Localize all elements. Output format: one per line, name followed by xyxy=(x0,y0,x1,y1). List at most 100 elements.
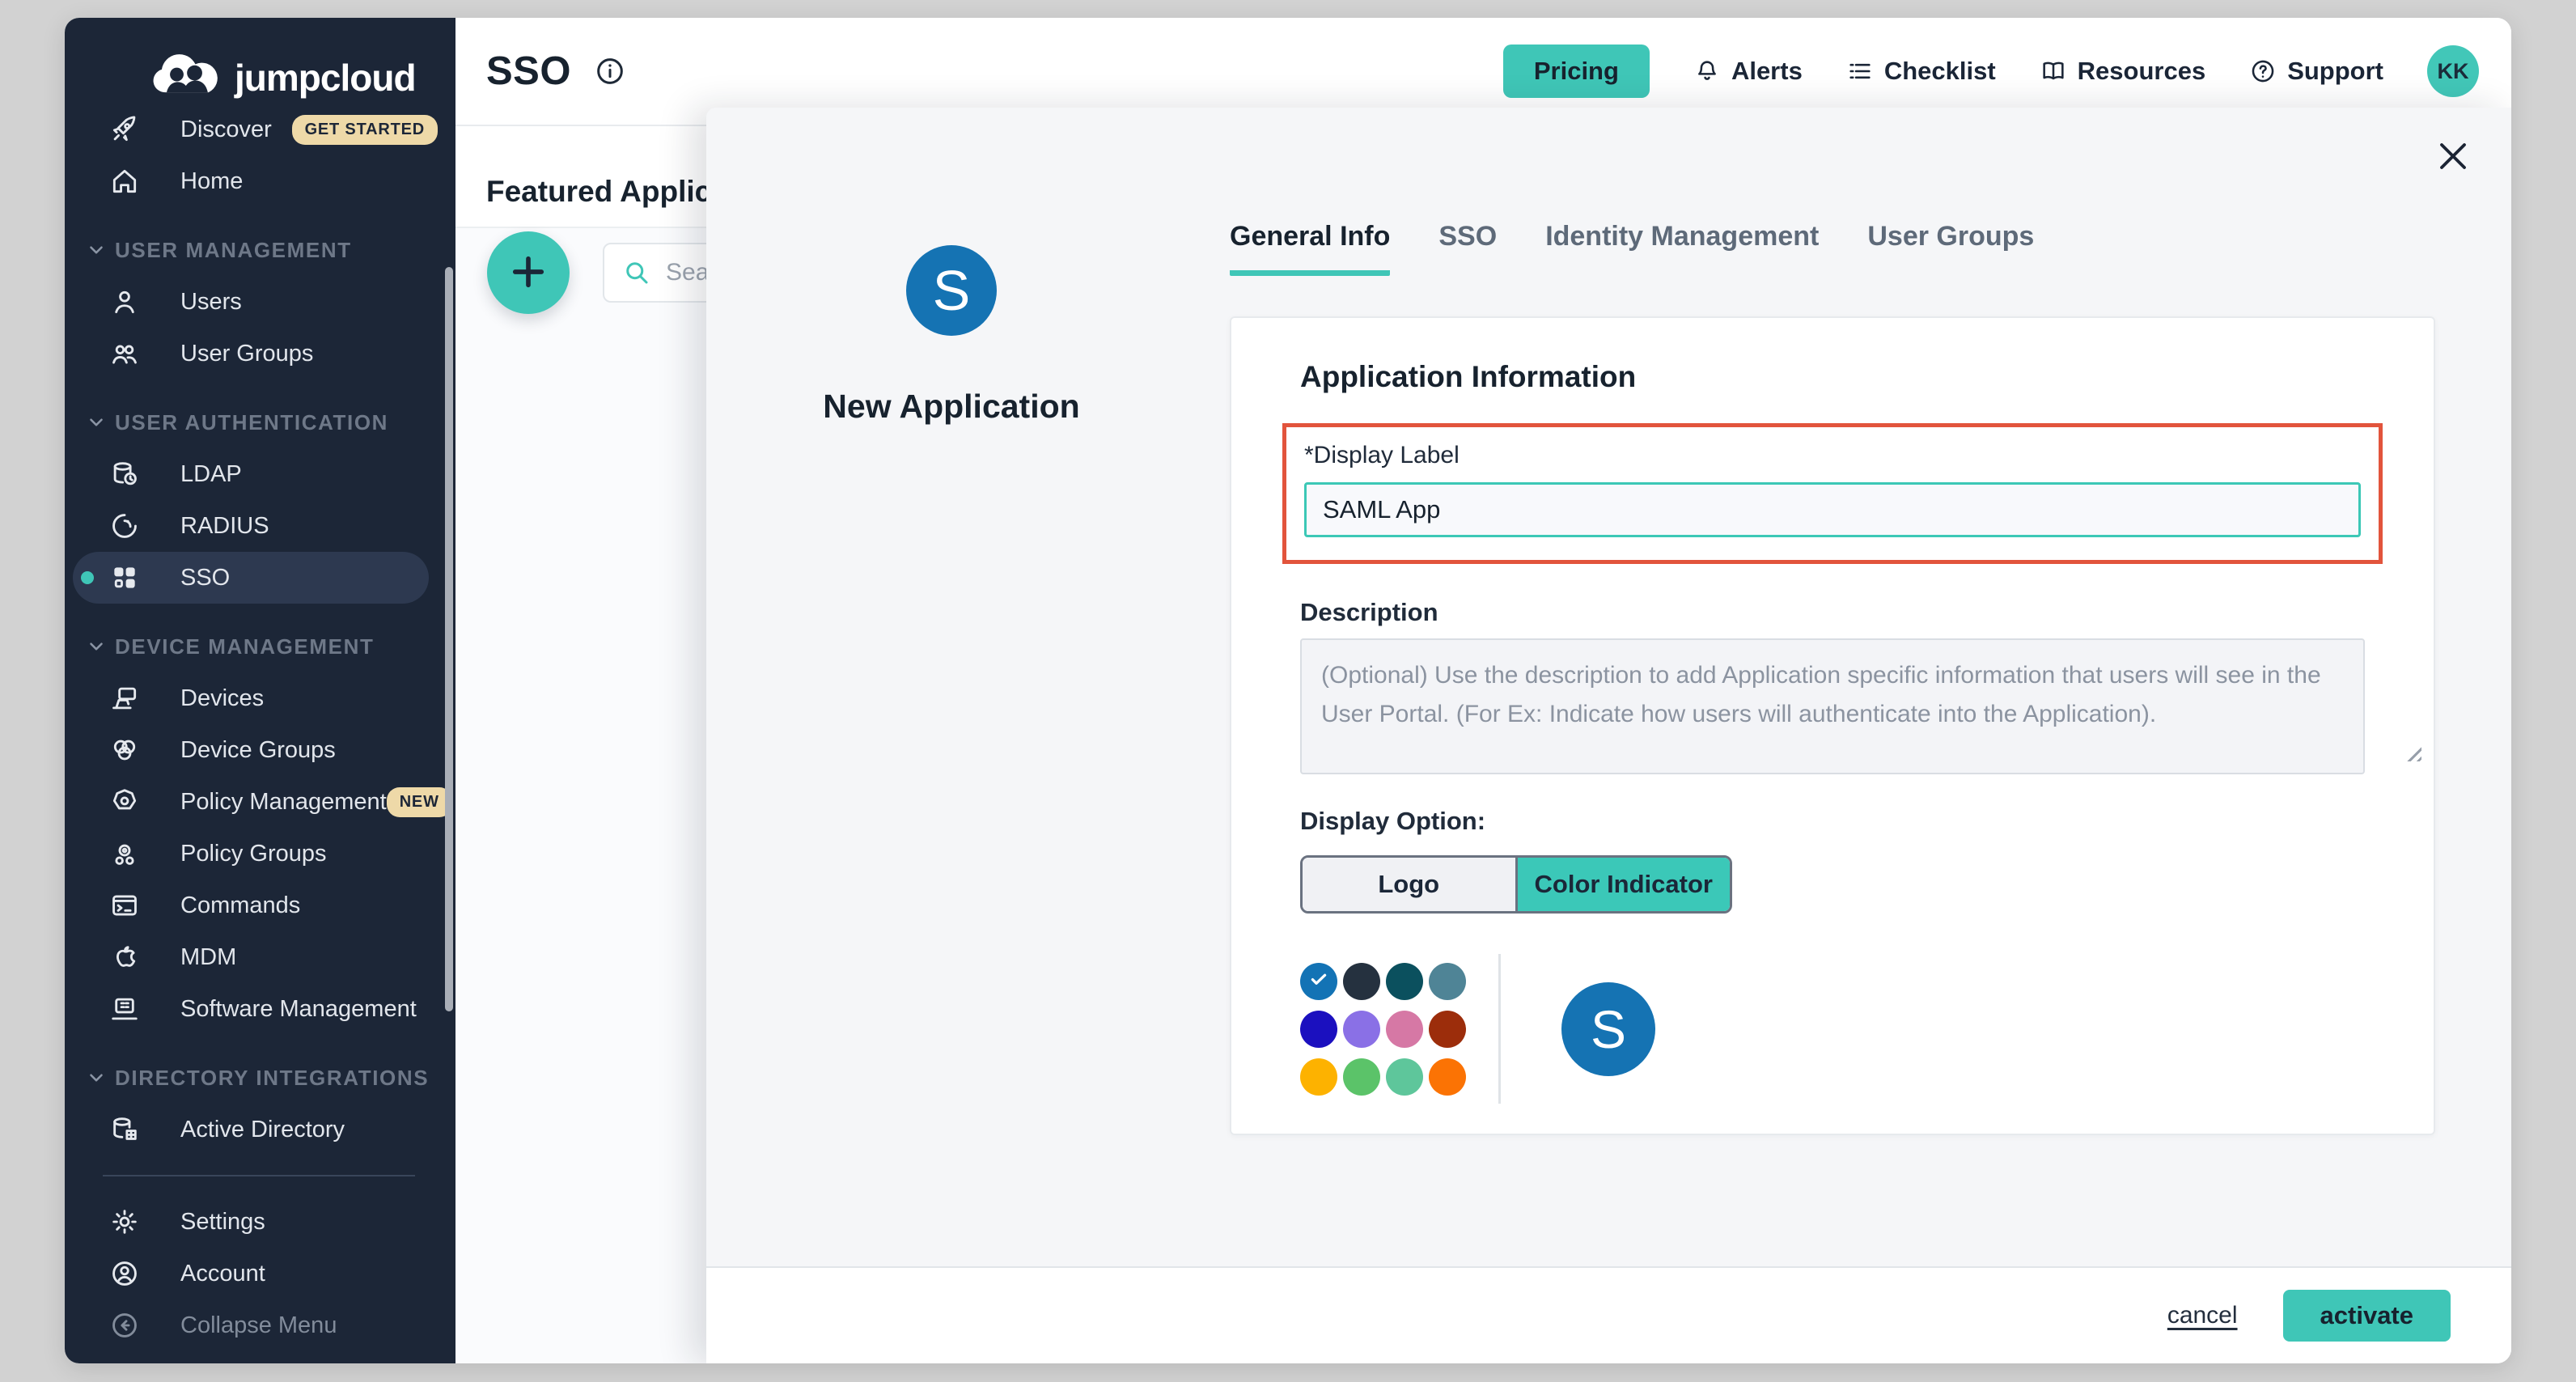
sidebar-item-software-management[interactable]: Software Management xyxy=(65,983,455,1035)
activate-button[interactable]: activate xyxy=(2283,1290,2451,1342)
sidebar-item-label: Account xyxy=(180,1261,265,1287)
card-title: Application Information xyxy=(1300,360,2365,394)
display-option-logo[interactable]: Logo xyxy=(1303,858,1515,911)
sidebar-item-ldap[interactable]: LDAP xyxy=(65,448,455,500)
help-icon xyxy=(2249,57,2277,85)
color-swatch-2[interactable] xyxy=(1386,963,1423,1000)
color-swatch-7[interactable] xyxy=(1429,1011,1466,1048)
sidebar-section-device-management[interactable]: DEVICE MANAGEMENT xyxy=(65,621,455,672)
checklist-icon xyxy=(1846,57,1874,85)
sidebar-item-label: Commands xyxy=(180,892,300,919)
sidebar-section-directory-integrations[interactable]: DIRECTORY INTEGRATIONS xyxy=(65,1052,455,1104)
tab-identity-management[interactable]: Identity Management xyxy=(1545,221,1819,276)
header-nav-support[interactable]: Support xyxy=(2249,57,2383,86)
color-swatch-5[interactable] xyxy=(1343,1011,1380,1048)
info-icon[interactable] xyxy=(594,55,626,87)
sidebar-item-policy-groups[interactable]: Policy Groups xyxy=(65,828,455,880)
sidebar-item-home[interactable]: Home xyxy=(65,155,455,207)
user-icon xyxy=(109,286,140,317)
color-swatch-1[interactable] xyxy=(1343,963,1380,1000)
sidebar-section-user-authentication[interactable]: USER AUTHENTICATION xyxy=(65,396,455,448)
jumpcloud-cloud-icon xyxy=(149,50,223,104)
sidebar-section-label: USER MANAGEMENT xyxy=(115,238,352,263)
color-swatch-6[interactable] xyxy=(1386,1011,1423,1048)
color-swatch-3[interactable] xyxy=(1429,963,1466,1000)
chevron-down-icon xyxy=(86,636,107,657)
add-application-button[interactable] xyxy=(487,231,570,314)
search-icon xyxy=(622,258,651,287)
sidebar-section-label: USER AUTHENTICATION xyxy=(115,410,388,435)
color-swatch-10[interactable] xyxy=(1386,1058,1423,1096)
book-icon xyxy=(2040,57,2067,85)
display-label-input[interactable] xyxy=(1304,482,2361,537)
sidebar-item-label: Active Directory xyxy=(180,1117,345,1143)
display-option-toggle: LogoColor Indicator xyxy=(1300,855,1732,914)
color-swatch-0-selected[interactable] xyxy=(1300,963,1337,1000)
header-nav-alerts[interactable]: Alerts xyxy=(1693,57,1803,86)
avatar[interactable]: KK xyxy=(2427,45,2479,97)
home-icon xyxy=(109,166,140,197)
sidebar-scrollbar[interactable] xyxy=(445,267,453,1011)
sidebar-item-label: RADIUS xyxy=(180,513,269,540)
sidebar-item-mdm[interactable]: MDM xyxy=(65,931,455,983)
sidebar-item-users[interactable]: Users xyxy=(65,276,455,328)
annotation-highlight: *Display Label xyxy=(1282,423,2383,564)
description-textarea[interactable] xyxy=(1300,638,2365,774)
sidebar-item-sso[interactable]: SSO xyxy=(65,552,455,604)
sidebar-item-label: Policy Groups xyxy=(180,841,327,867)
sidebar-item-device-groups[interactable]: Device Groups xyxy=(65,724,455,776)
color-preview-avatar: S xyxy=(1561,982,1655,1076)
terminal-icon xyxy=(109,890,140,921)
sidebar-item-devices[interactable]: Devices xyxy=(65,672,455,724)
tab-general-info[interactable]: General Info xyxy=(1230,221,1390,276)
sidebar-item-commands[interactable]: Commands xyxy=(65,880,455,931)
pricing-button[interactable]: Pricing xyxy=(1503,45,1650,98)
chevron-down-icon xyxy=(86,1067,107,1088)
app-window: jumpcloud DiscoverGET STARTEDHome USER MA… xyxy=(65,18,2511,1363)
sidebar-item-policy-management[interactable]: Policy ManagementNEW xyxy=(65,776,455,828)
policy-groups-icon xyxy=(109,838,140,869)
display-option-color-indicator[interactable]: Color Indicator xyxy=(1515,858,1731,911)
display-option-label: Display Option: xyxy=(1300,807,2365,836)
jumpcloud-logo[interactable]: jumpcloud xyxy=(149,50,416,104)
textarea-resize-handle[interactable] xyxy=(2407,747,2421,761)
sidebar-item-label: User Groups xyxy=(180,341,313,367)
color-swatch-4[interactable] xyxy=(1300,1011,1337,1048)
color-swatch-9[interactable] xyxy=(1343,1058,1380,1096)
modal-tabs: General Info SSO Identity Management User G… xyxy=(1230,221,2034,276)
sidebar-item-account[interactable]: Account xyxy=(65,1248,455,1299)
description-label: Description xyxy=(1300,598,2365,627)
page-title: SSO xyxy=(486,49,571,94)
sidebar-section-user-management[interactable]: USER MANAGEMENT xyxy=(65,224,455,276)
color-swatch-grid xyxy=(1300,963,1466,1096)
header-nav-label: Alerts xyxy=(1731,57,1803,86)
color-picker-row: S xyxy=(1300,954,2365,1104)
color-swatch-11[interactable] xyxy=(1429,1058,1466,1096)
radar-icon xyxy=(109,511,140,541)
color-swatch-8[interactable] xyxy=(1300,1058,1337,1096)
users-icon xyxy=(109,338,140,369)
sidebar-nav: DiscoverGET STARTEDHome USER MANAGEMENT Us… xyxy=(65,104,455,1351)
sidebar-item-label: Devices xyxy=(180,685,264,712)
sidebar-item-user-groups[interactable]: User Groups xyxy=(65,328,455,379)
sidebar-item-badge: NEW xyxy=(387,787,452,817)
close-icon[interactable] xyxy=(2434,137,2472,176)
tab-user-groups[interactable]: User Groups xyxy=(1867,221,2034,276)
sidebar-item-settings[interactable]: Settings xyxy=(65,1196,455,1248)
header-nav-checklist[interactable]: Checklist xyxy=(1846,57,1996,86)
sidebar-item-collapse-menu[interactable]: Collapse Menu xyxy=(65,1299,455,1351)
application-information-card: Application Information *Display Label D… xyxy=(1230,316,2435,1135)
sidebar-item-label: Settings xyxy=(180,1209,265,1236)
modal-footer: cancel activate xyxy=(706,1266,2511,1363)
sidebar-item-active-directory[interactable]: Active Directory xyxy=(65,1104,455,1155)
header-nav-resources[interactable]: Resources xyxy=(2040,57,2206,86)
sidebar-item-discover[interactable]: DiscoverGET STARTED xyxy=(65,104,455,155)
header-nav-items: Alerts Checklist Resources Support xyxy=(1693,57,2383,86)
tab-sso[interactable]: SSO xyxy=(1438,221,1497,276)
rocket-icon xyxy=(109,114,140,145)
cancel-button[interactable]: cancel xyxy=(2167,1302,2238,1329)
sidebar-item-radius[interactable]: RADIUS xyxy=(65,500,455,552)
sidebar-item-label: Device Groups xyxy=(180,737,336,764)
chevron-down-icon xyxy=(86,412,107,433)
policy-icon xyxy=(109,786,140,817)
